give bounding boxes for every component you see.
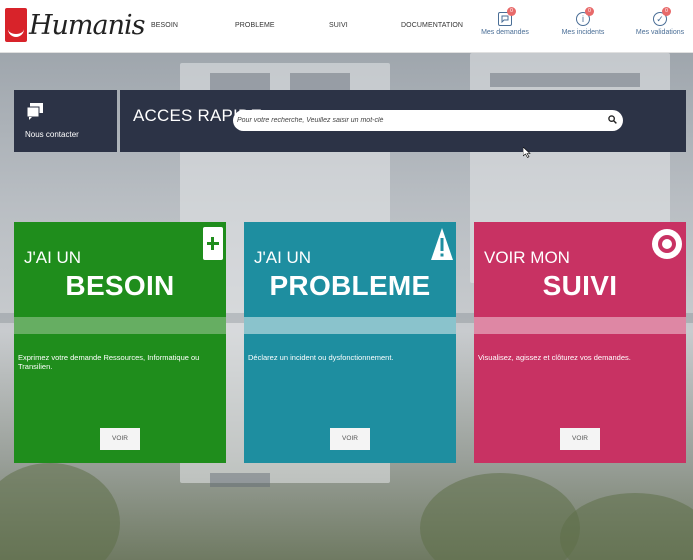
mes-incidents-label: Mes incidents — [561, 29, 605, 36]
brand-logo[interactable]: Humanis — [5, 8, 146, 42]
search-input[interactable] — [237, 112, 597, 129]
top-header: Humanis BESOIN PROBLEME SUIVI DOCUMENTAT… — [0, 0, 693, 53]
contact-panel[interactable]: Nous contacter — [14, 90, 117, 152]
plus-icon — [203, 227, 223, 260]
card-stripe — [474, 317, 686, 334]
nav-besoin[interactable]: BESOIN — [151, 22, 178, 29]
suivi-voir-button[interactable]: VOIR — [560, 428, 600, 450]
info-icon: i 0 — [576, 7, 594, 26]
warning-icon — [430, 226, 454, 267]
card-stripe — [244, 317, 456, 334]
logo-mark — [5, 8, 27, 42]
mes-validations-label: Mes validations — [635, 29, 685, 36]
card-suivi-title: SUIVI — [542, 270, 618, 301]
mes-validations-link[interactable]: ✓ 0 Mes validations — [630, 7, 690, 36]
search-icon[interactable] — [608, 115, 617, 124]
probleme-voir-button[interactable]: VOIR — [330, 428, 370, 450]
card-suivi: VOIR MON SUIVI Visualisez, agissez et cl… — [474, 222, 686, 463]
card-stripe — [14, 317, 226, 334]
besoin-voir-button[interactable]: VOIR — [100, 428, 140, 450]
card-besoin: J'AI UN BESOIN Exprimez votre demande Re… — [14, 222, 226, 463]
search-box — [233, 110, 623, 131]
mes-demandes-label: Mes demandes — [481, 29, 529, 36]
card-besoin-pre: J'AI UN — [24, 248, 82, 267]
card-suivi-description: Visualisez, agissez et clôturez vos dema… — [478, 353, 631, 362]
card-suivi-pre: VOIR MON — [484, 248, 570, 267]
card-besoin-title: BESOIN — [65, 270, 175, 301]
card-probleme: J'AI UN PROBLEME Déclarez un incident ou… — [244, 222, 456, 463]
nav-probleme[interactable]: PROBLEME — [235, 22, 275, 29]
chat-icon: 0 — [498, 7, 516, 26]
brand-name: Humanis — [29, 9, 146, 41]
chat-bubbles-icon — [25, 101, 45, 124]
mouse-cursor-icon — [523, 147, 531, 158]
target-icon — [651, 228, 683, 265]
card-probleme-title: PROBLEME — [269, 270, 431, 301]
quick-access-panel: ACCES RAPIDE — [120, 90, 686, 152]
mes-demandes-link[interactable]: 0 Mes demandes — [475, 7, 535, 36]
card-besoin-description: Exprimez votre demande Ressources, Infor… — [18, 353, 200, 371]
card-probleme-pre: J'AI UN — [254, 248, 312, 267]
check-icon: ✓ 0 — [653, 7, 671, 26]
nav-suivi[interactable]: SUIVI — [329, 22, 348, 29]
mes-incidents-link[interactable]: i 0 Mes incidents — [553, 7, 613, 36]
nav-documentation[interactable]: DOCUMENTATION — [401, 22, 463, 29]
contact-label: Nous contacter — [25, 130, 79, 139]
validations-badge: 0 — [662, 7, 671, 16]
demandes-badge: 0 — [507, 7, 516, 16]
incidents-badge: 0 — [585, 7, 594, 16]
card-probleme-description: Déclarez un incident ou dysfonctionnemen… — [248, 353, 394, 362]
